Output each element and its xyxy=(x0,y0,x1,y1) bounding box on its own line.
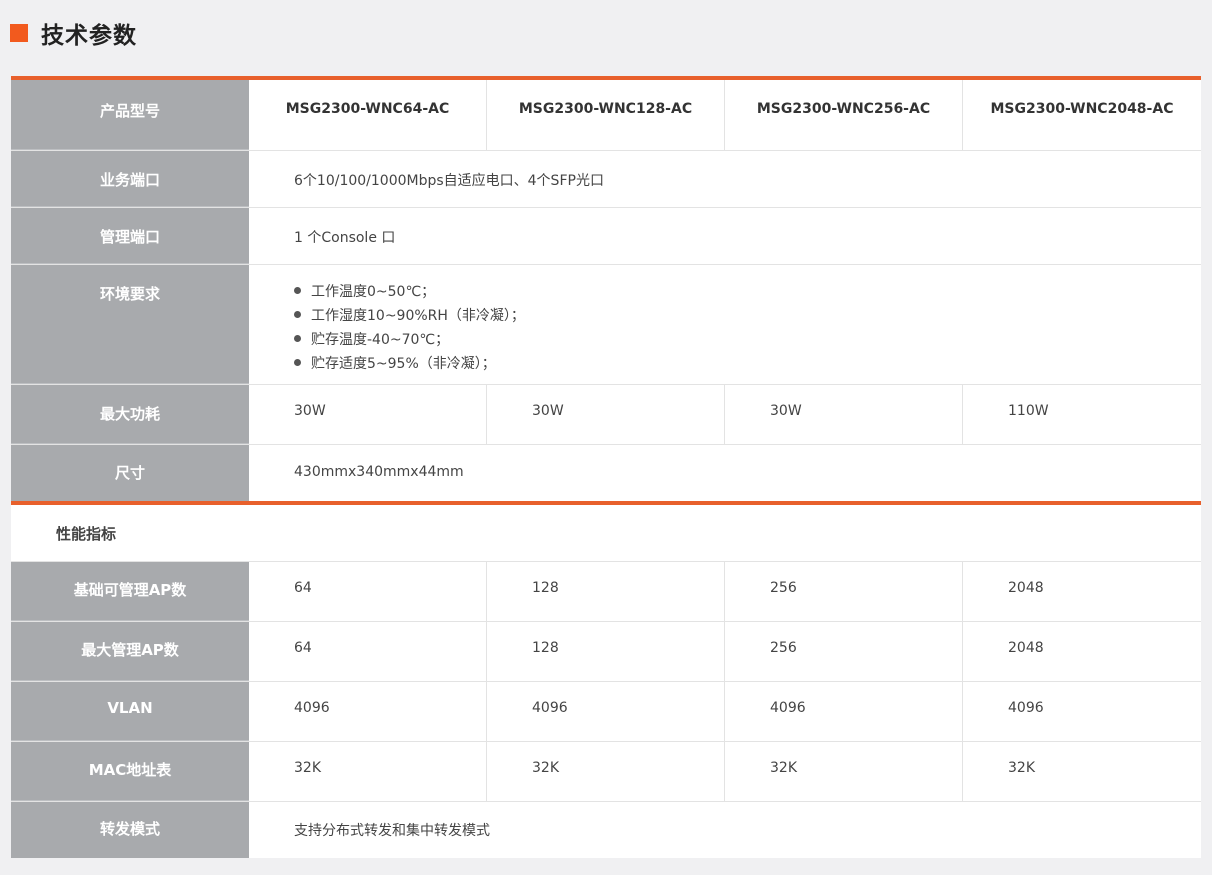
env-value: 工作温度0~50℃； 工作湿度10~90%RH（非冷凝）； 贮存温度-40~70… xyxy=(249,265,1201,384)
model-header: MSG2300-WNC128-AC xyxy=(487,80,725,150)
mac-value: 32K xyxy=(725,742,963,801)
list-item: 工作湿度10~90%RH（非冷凝）； xyxy=(294,304,525,328)
list-item: 工作温度0~50℃； xyxy=(294,280,525,304)
mac-value: 32K xyxy=(1008,760,1035,776)
spec-table: 产品型号 MSG2300-WNC64-AC MSG2300-WNC128-AC … xyxy=(11,76,1201,858)
row-label-size: 尺寸 xyxy=(11,445,249,501)
vlan-value: 4096 xyxy=(487,682,725,741)
env-list: 工作温度0~50℃； 工作湿度10~90%RH（非冷凝）； 贮存温度-40~70… xyxy=(294,280,525,376)
model-header: MSG2300-WNC256-AC xyxy=(725,80,963,150)
mac-value: 32K xyxy=(249,742,487,801)
table-row-mac: MAC地址表 32K 32K 32K 32K xyxy=(11,742,1201,802)
max-ap-value: 128 xyxy=(487,622,725,681)
table-row-power: 最大功耗 30W 30W 30W 110W xyxy=(11,385,1201,445)
vlan-value: 4096 xyxy=(1008,700,1044,716)
row-label-ports: 业务端口 xyxy=(11,151,249,207)
section-title: 技术参数 xyxy=(41,23,137,49)
model-header: MSG2300-WNC2048-AC xyxy=(990,101,1174,117)
list-item: 贮存适度5~95%（非冷凝）； xyxy=(294,352,525,376)
heading-marker xyxy=(10,24,28,42)
row-label-max-ap: 最大管理AP数 xyxy=(11,622,249,681)
row-label-power: 最大功耗 xyxy=(11,385,249,444)
max-ap-value: 2048 xyxy=(1008,640,1044,656)
table-row-model: 产品型号 MSG2300-WNC64-AC MSG2300-WNC128-AC … xyxy=(11,80,1201,151)
row-label-base-ap: 基础可管理AP数 xyxy=(11,562,249,621)
size-value: 430mmx340mmx44mm xyxy=(294,464,464,480)
table-row-forward: 转发模式 支持分布式转发和集中转发模式 xyxy=(11,802,1201,858)
mac-value: 32K xyxy=(487,742,725,801)
power-value: 30W xyxy=(487,385,725,444)
row-label-env: 环境要求 xyxy=(11,265,249,384)
vlan-value: 4096 xyxy=(725,682,963,741)
ports-value: 6个10/100/1000Mbps自适应电口、4个SFP光口 xyxy=(294,173,604,189)
mgmt-value: 1 个Console 口 xyxy=(294,230,396,246)
base-ap-value: 64 xyxy=(249,562,487,621)
max-ap-value: 64 xyxy=(249,622,487,681)
performance-heading: 性能指标 xyxy=(11,505,1201,562)
power-value: 110W xyxy=(1008,403,1049,419)
row-label-mac: MAC地址表 xyxy=(11,742,249,801)
max-ap-value: 256 xyxy=(725,622,963,681)
power-value: 30W xyxy=(725,385,963,444)
table-row-ports: 业务端口 6个10/100/1000Mbps自适应电口、4个SFP光口 xyxy=(11,151,1201,208)
table-row-base-ap: 基础可管理AP数 64 128 256 2048 xyxy=(11,562,1201,622)
base-ap-value: 128 xyxy=(487,562,725,621)
section-heading: 技术参数 xyxy=(10,18,137,49)
list-item: 贮存温度-40~70℃； xyxy=(294,328,525,352)
base-ap-value: 2048 xyxy=(1008,580,1044,596)
table-row-mgmt: 管理端口 1 个Console 口 xyxy=(11,208,1201,265)
forward-value: 支持分布式转发和集中转发模式 xyxy=(294,823,490,839)
power-value: 30W xyxy=(249,385,487,444)
row-label-vlan: VLAN xyxy=(11,682,249,741)
row-label-forward: 转发模式 xyxy=(11,802,249,858)
base-ap-value: 256 xyxy=(725,562,963,621)
row-label-model: 产品型号 xyxy=(11,80,249,150)
model-header: MSG2300-WNC64-AC xyxy=(249,80,487,150)
table-row-size: 尺寸 430mmx340mmx44mm xyxy=(11,445,1201,501)
table-row-vlan: VLAN 4096 4096 4096 4096 xyxy=(11,682,1201,742)
row-label-mgmt: 管理端口 xyxy=(11,208,249,264)
table-row-env: 环境要求 工作温度0~50℃； 工作湿度10~90%RH（非冷凝）； 贮存温度-… xyxy=(11,265,1201,385)
table-row-max-ap: 最大管理AP数 64 128 256 2048 xyxy=(11,622,1201,682)
vlan-value: 4096 xyxy=(249,682,487,741)
